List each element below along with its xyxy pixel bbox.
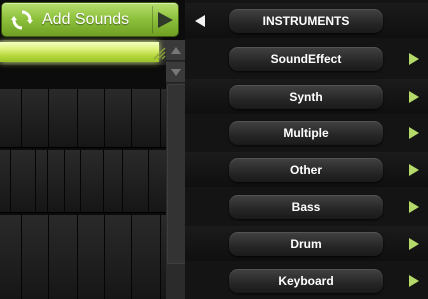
menu-item-label: Other — [229, 158, 383, 182]
menu-item-label: Bass — [229, 195, 383, 219]
arrow-right-icon — [409, 164, 419, 176]
scroll-down-button[interactable] — [166, 62, 185, 83]
row-divider — [0, 147, 166, 148]
track-row[interactable] — [0, 89, 166, 147]
scroll-up-button[interactable] — [166, 40, 185, 61]
back-arrow-icon[interactable] — [195, 15, 205, 27]
position-slider[interactable] — [0, 40, 166, 65]
menu-item-label: Synth — [229, 85, 383, 109]
button-divider — [152, 6, 153, 33]
menu-item-label: SoundEffect — [229, 47, 383, 71]
menu-item-drum[interactable]: Drum — [185, 226, 428, 261]
position-slider-fill — [0, 42, 159, 62]
arrow-right-icon — [409, 238, 419, 250]
menu-item-label: Drum — [229, 232, 383, 256]
play-arrow-icon[interactable] — [158, 12, 173, 28]
track-grid — [0, 89, 166, 299]
refresh-icon — [11, 10, 33, 30]
menu-item-label: Keyboard — [229, 269, 383, 293]
arrow-right-icon — [409, 127, 419, 139]
slider-grip-icon[interactable] — [152, 44, 166, 60]
arrow-right-icon — [409, 201, 419, 213]
chevron-down-icon — [170, 68, 181, 76]
menu-item-multiple[interactable]: Multiple — [185, 115, 428, 150]
chevron-up-icon — [170, 46, 181, 54]
arrow-right-icon — [409, 53, 419, 65]
menu-item-bass[interactable]: Bass — [185, 189, 428, 224]
menu-title: INSTRUMENTS — [229, 9, 383, 33]
tracks-panel: Add Sounds — [0, 0, 185, 299]
add-sounds-label: Add Sounds — [42, 11, 130, 28]
instruments-menu: INSTRUMENTS SoundEffect Synth Multiple O… — [185, 0, 428, 299]
menu-item-soundeffect[interactable]: SoundEffect — [185, 41, 428, 76]
menu-header-row: INSTRUMENTS — [185, 3, 428, 38]
menu-item-synth[interactable]: Synth — [185, 79, 428, 114]
arrow-right-icon — [409, 91, 419, 103]
track-row[interactable] — [0, 150, 166, 212]
row-divider — [0, 212, 166, 213]
add-sounds-button[interactable]: Add Sounds — [2, 3, 178, 36]
menu-item-label: Multiple — [229, 121, 383, 145]
arrow-right-icon — [409, 275, 419, 287]
scroll-thumb[interactable] — [167, 84, 185, 264]
menu-item-other[interactable]: Other — [185, 152, 428, 187]
track-row[interactable] — [0, 215, 166, 299]
menu-item-keyboard[interactable]: Keyboard — [185, 263, 428, 298]
vertical-scrollbar[interactable] — [166, 40, 185, 299]
